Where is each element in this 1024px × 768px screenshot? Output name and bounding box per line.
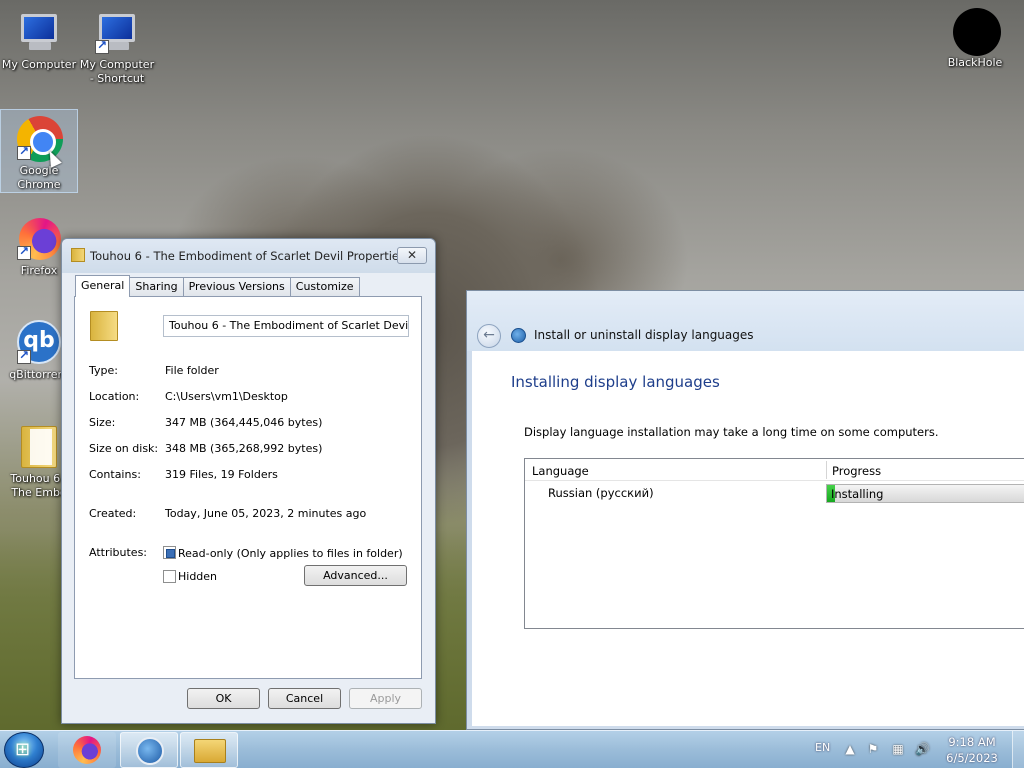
size-value: 347 MB (364,445,046 bytes) bbox=[165, 416, 323, 429]
show-hidden-icons-button[interactable]: ▲ bbox=[843, 742, 857, 756]
globe-icon bbox=[511, 328, 526, 343]
network-icon[interactable]: ▦ bbox=[891, 742, 905, 756]
language-list[interactable]: Language Progress Russian (русский) Inst… bbox=[524, 458, 1024, 629]
language-window-title: Install or uninstall display languages bbox=[534, 328, 754, 342]
tab-previous-versions[interactable]: Previous Versions bbox=[182, 277, 291, 297]
dialog-title: Touhou 6 - The Embodiment of Scarlet Dev… bbox=[90, 249, 405, 263]
size-on-disk-label: Size on disk: bbox=[89, 442, 159, 455]
progress-status: Installing bbox=[831, 487, 884, 501]
apply-button[interactable]: Apply bbox=[349, 688, 422, 709]
created-label: Created: bbox=[89, 507, 137, 520]
language-name: Russian (русский) bbox=[548, 486, 654, 500]
desktop-icon-label: My Computer bbox=[1, 58, 77, 71]
clock[interactable]: 9:18 AM 6/5/2023 bbox=[932, 734, 1012, 766]
language-install-window: ← Install or uninstall display languages… bbox=[466, 290, 1024, 730]
advanced-button[interactable]: Advanced... bbox=[304, 565, 407, 586]
folder-icon bbox=[194, 739, 226, 763]
desktop-icon-my-computer[interactable]: My Computer bbox=[0, 4, 78, 72]
created-value: Today, June 05, 2023, 2 minutes ago bbox=[165, 507, 367, 520]
taskbar: EN ▲ ⚑ ▦ 🔊 9:18 AM 6/5/2023 bbox=[0, 730, 1024, 768]
contains-label: Contains: bbox=[89, 468, 141, 481]
shortcut-arrow-icon bbox=[17, 348, 31, 364]
blackhole-icon bbox=[951, 6, 1001, 56]
column-header-language[interactable]: Language bbox=[532, 464, 589, 478]
readonly-label[interactable]: Read-only (Only applies to files in fold… bbox=[178, 547, 403, 560]
tab-general[interactable]: General bbox=[75, 275, 131, 297]
shortcut-arrow-icon bbox=[95, 38, 109, 54]
language-indicator[interactable]: EN bbox=[815, 741, 830, 754]
type-value: File folder bbox=[165, 364, 219, 377]
taskbar-explorer-button[interactable] bbox=[180, 732, 238, 768]
desktop-icon-my-computer-shortcut[interactable]: My Computer - Shortcut bbox=[78, 4, 156, 86]
properties-dialog: Touhou 6 - The Embodiment of Scarlet Dev… bbox=[61, 238, 436, 724]
page-heading: Installing display languages bbox=[511, 373, 720, 391]
list-header: Language Progress bbox=[525, 459, 1024, 481]
back-arrow-icon: ← bbox=[483, 327, 495, 343]
control-panel-icon bbox=[136, 737, 164, 765]
contains-value: 319 Files, 19 Folders bbox=[165, 468, 278, 481]
location-label: Location: bbox=[89, 390, 140, 403]
hidden-checkbox[interactable] bbox=[163, 570, 176, 583]
computer-icon bbox=[93, 8, 141, 56]
folder-icon bbox=[71, 248, 85, 262]
desktop-icon-label: - Shortcut bbox=[89, 72, 145, 85]
tab-bar: General Sharing Previous Versions Custom… bbox=[75, 275, 360, 297]
clock-date: 6/5/2023 bbox=[946, 751, 998, 765]
computer-icon bbox=[15, 8, 63, 56]
tab-sharing[interactable]: Sharing bbox=[129, 277, 184, 297]
action-center-flag-icon[interactable]: ⚑ bbox=[866, 742, 880, 756]
size-label: Size: bbox=[89, 416, 116, 429]
desktop-icon-blackhole[interactable]: BlackHole bbox=[936, 2, 1014, 70]
close-button[interactable]: ✕ bbox=[397, 247, 427, 264]
taskbar-control-panel-button[interactable] bbox=[120, 732, 178, 768]
type-label: Type: bbox=[89, 364, 118, 377]
folder-icon bbox=[15, 422, 63, 470]
start-button[interactable] bbox=[4, 732, 44, 768]
column-header-progress[interactable]: Progress bbox=[832, 464, 881, 478]
install-progress-bar: Installing bbox=[826, 484, 1024, 503]
firefox-icon bbox=[73, 736, 101, 764]
desktop-icon-google-chrome[interactable]: Google Chrome bbox=[0, 109, 78, 193]
language-window-body: Installing display languages Display lan… bbox=[472, 351, 1024, 726]
taskbar-firefox-button[interactable] bbox=[58, 732, 116, 768]
readonly-checkbox[interactable] bbox=[163, 546, 176, 559]
desktop-icon-label: My Computer bbox=[79, 58, 155, 71]
volume-icon[interactable]: 🔊 bbox=[915, 742, 930, 756]
column-divider[interactable] bbox=[826, 461, 827, 479]
language-window-header: ← Install or uninstall display languages bbox=[467, 291, 1024, 351]
close-icon: ✕ bbox=[406, 248, 418, 262]
shortcut-arrow-icon bbox=[17, 144, 31, 160]
firefox-icon bbox=[15, 214, 63, 262]
tab-customize[interactable]: Customize bbox=[289, 277, 360, 297]
qbittorrent-icon: qb bbox=[15, 318, 63, 366]
desktop-icon-label: BlackHole bbox=[947, 56, 1003, 69]
dialog-titlebar[interactable]: Touhou 6 - The Embodiment of Scarlet Dev… bbox=[62, 239, 435, 273]
back-button[interactable]: ← bbox=[477, 324, 501, 348]
desktop-icon-label: Chrome bbox=[17, 178, 61, 191]
size-on-disk-value: 348 MB (365,268,992 bytes) bbox=[165, 442, 323, 455]
show-desktop-button[interactable] bbox=[1012, 731, 1024, 768]
separator bbox=[89, 531, 407, 532]
separator bbox=[89, 492, 407, 493]
clock-time: 9:18 AM bbox=[948, 735, 996, 749]
separator bbox=[89, 349, 407, 350]
folder-icon bbox=[90, 311, 118, 341]
general-tab-panel: Touhou 6 - The Embodiment of Scarlet Dev… bbox=[74, 296, 422, 679]
hidden-label[interactable]: Hidden bbox=[178, 570, 217, 583]
page-description: Display language installation may take a… bbox=[524, 425, 939, 439]
shortcut-arrow-icon bbox=[17, 244, 31, 260]
folder-name-field[interactable]: Touhou 6 - The Embodiment of Scarlet Dev… bbox=[163, 315, 409, 337]
ok-button[interactable]: OK bbox=[187, 688, 260, 709]
attributes-label: Attributes: bbox=[89, 546, 148, 559]
desktop-icon-label: Google bbox=[19, 164, 59, 177]
cancel-button[interactable]: Cancel bbox=[268, 688, 341, 709]
location-value: C:\Users\vm1\Desktop bbox=[165, 390, 288, 403]
